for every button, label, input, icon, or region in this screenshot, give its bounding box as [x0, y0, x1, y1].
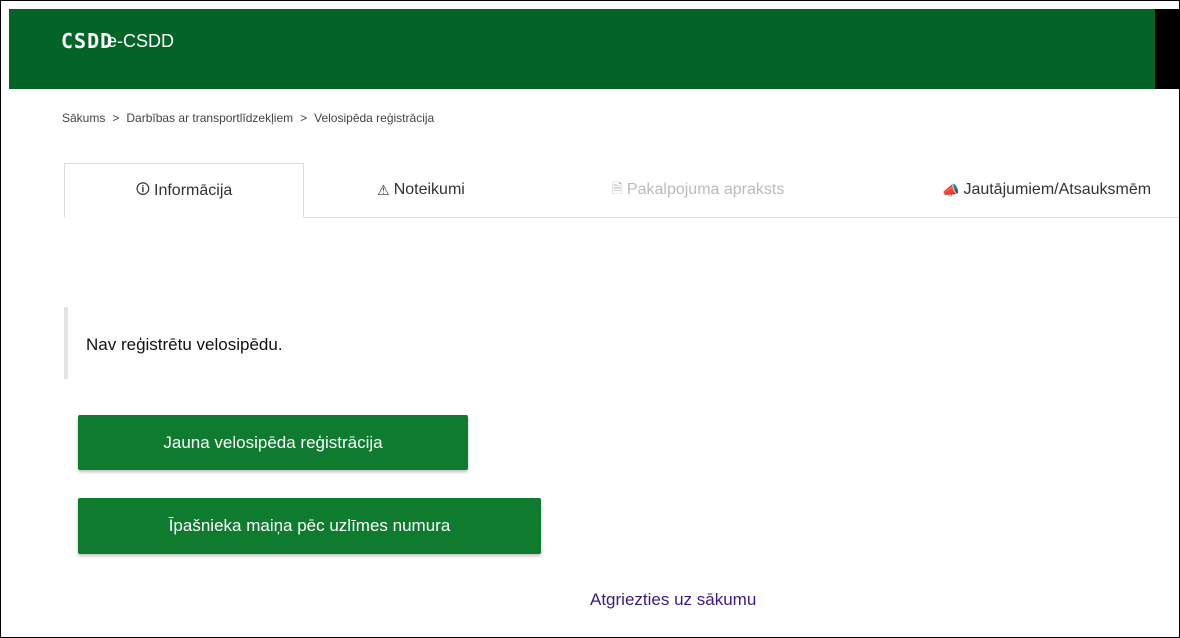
warning-icon: ⚠ — [377, 181, 390, 198]
new-bicycle-registration-button[interactable]: Jauna velosipēda reģistrācija — [78, 415, 468, 470]
tab-label: Informācija — [154, 181, 233, 199]
back-to-start-link[interactable]: Atgriezties uz sākumu — [590, 590, 756, 610]
info-circle-icon: 🛈 — [135, 180, 151, 197]
tab-label: Noteikumi — [393, 181, 465, 198]
tab-label: Pakalpojuma apraksts — [626, 181, 785, 198]
top-navigation-bar: CSDD e-CSDD — [9, 9, 1155, 89]
document-icon: 🗎 — [611, 180, 623, 196]
browser-viewport: CSDD e-CSDD Sākums > Darbības ar transport… — [0, 0, 1180, 638]
breadcrumb-vehicle-actions[interactable]: Darbības ar transportlīdzekļiem — [126, 111, 293, 125]
breadcrumb-separator: > — [300, 111, 308, 125]
tab-label: Jautājumiem/Atsauksmēm — [963, 181, 1152, 198]
notice-text: Nav reģistrētu velosipēdu. — [86, 335, 283, 354]
csdd-logo[interactable]: CSDD — [61, 29, 113, 53]
tab-rules[interactable]: ⚠ Noteikumi — [304, 163, 538, 217]
tab-service-description[interactable]: 🗎 Pakalpojuma apraksts — [538, 163, 858, 217]
breadcrumb-home[interactable]: Sākums — [62, 111, 105, 125]
breadcrumb-current: Velosipēda reģistrācija — [314, 111, 435, 125]
tab-feedback[interactable]: 📣 Jautājumiem/Atsauksmēm — [942, 163, 1179, 217]
megaphone-icon: 📣 — [942, 181, 960, 198]
tab-information[interactable]: 🛈 Informācija — [64, 163, 304, 218]
breadcrumb-separator: > — [112, 111, 120, 125]
tab-bar: 🛈 Informācija ⚠ Noteikumi 🗎 Pakalpojuma … — [64, 163, 1179, 218]
no-bicycles-notice: Nav reģistrētu velosipēdu. — [64, 307, 468, 379]
app-title[interactable]: e-CSDD — [107, 31, 174, 52]
right-edge-strip — [1155, 9, 1179, 89]
breadcrumb: Sākums > Darbības ar transportlīdzekļiem > V… — [62, 111, 434, 125]
owner-change-button[interactable]: Īpašnieka maiņa pēc uzlīmes numura — [78, 498, 541, 554]
